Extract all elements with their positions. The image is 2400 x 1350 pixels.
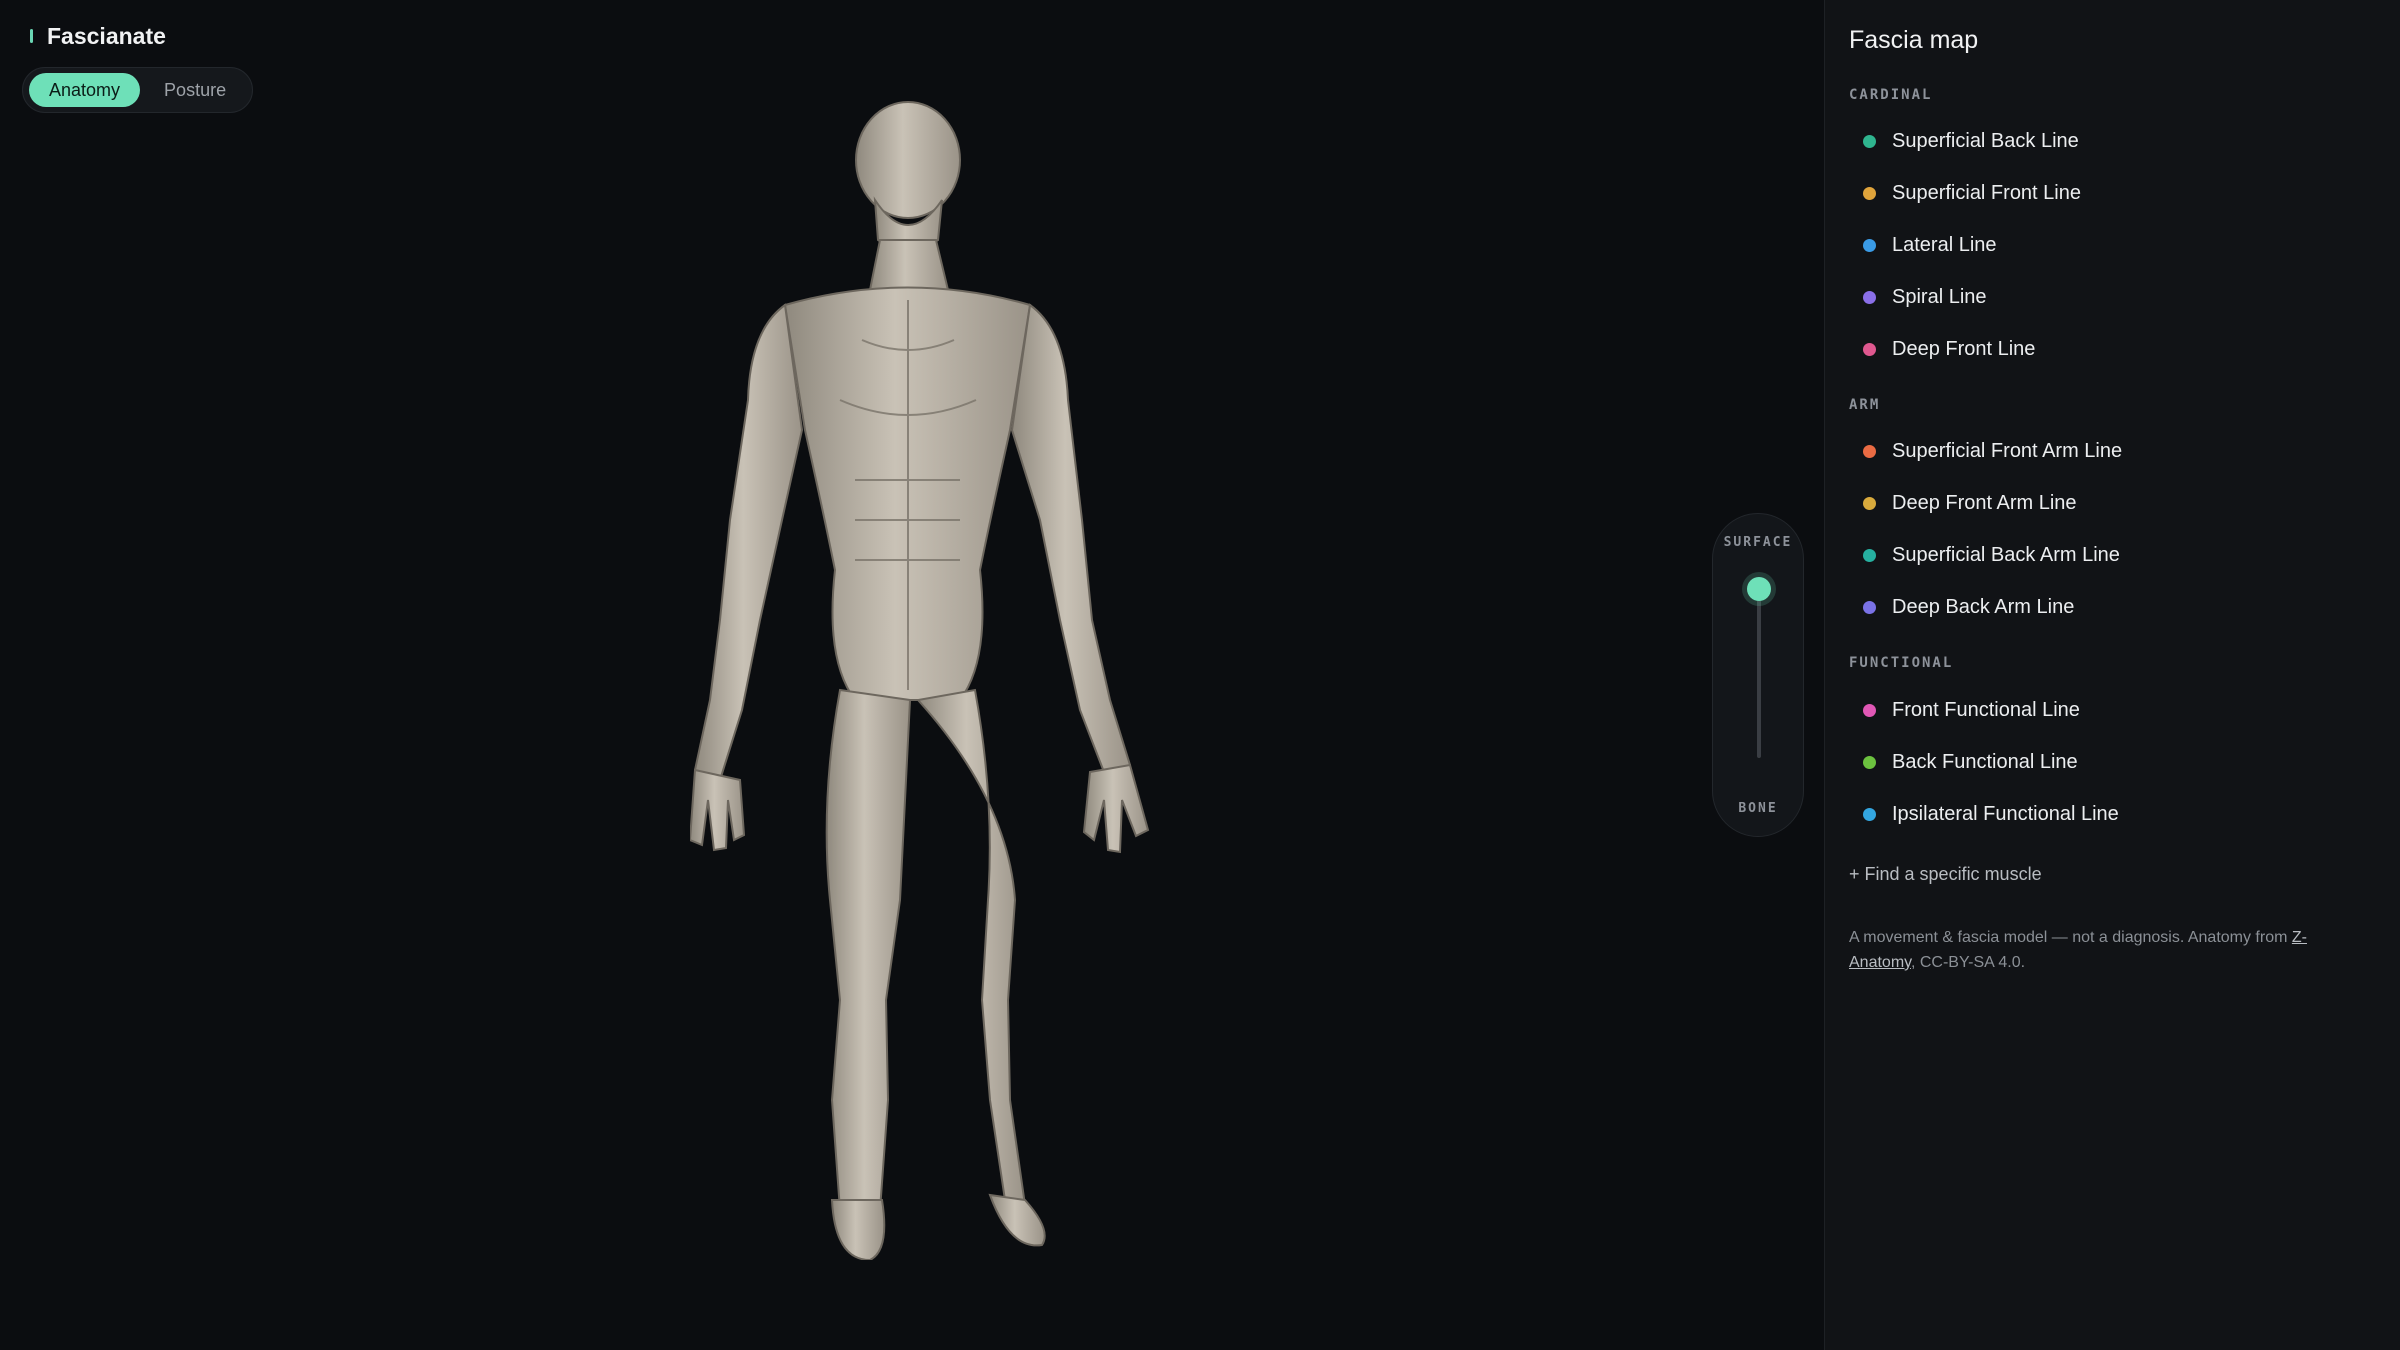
anatomy-figure bbox=[690, 101, 1150, 1260]
line-item-spiral-line[interactable]: Spiral Line bbox=[1849, 275, 2369, 319]
depth-slider[interactable]: SURFACE BONE bbox=[1712, 513, 1804, 837]
line-color-dot bbox=[1863, 342, 1876, 356]
line-label: Superficial Back Arm Line bbox=[1892, 543, 2120, 566]
line-color-dot bbox=[1863, 444, 1876, 458]
line-color-dot bbox=[1863, 186, 1876, 200]
line-label: Deep Front Line bbox=[1892, 337, 2036, 360]
line-color-dot bbox=[1863, 703, 1876, 717]
attribution-footnote: A movement & fascia model — not a diagno… bbox=[1849, 925, 2369, 975]
footnote-text: A movement & fascia model — not a diagno… bbox=[1849, 929, 2292, 946]
line-label: Superficial Front Arm Line bbox=[1892, 439, 2123, 462]
line-color-dot bbox=[1863, 238, 1876, 252]
model-viewport[interactable] bbox=[0, 0, 1824, 1350]
line-label: Deep Front Arm Line bbox=[1892, 491, 2077, 514]
panel-title: Fascia map bbox=[1849, 26, 1979, 54]
line-color-dot bbox=[1863, 548, 1876, 562]
footnote-license: , CC-BY-SA 4.0. bbox=[1910, 954, 2026, 971]
line-label: Superficial Front Line bbox=[1892, 181, 2081, 204]
line-item-superficial-front-arm-line[interactable]: Superficial Front Arm Line bbox=[1849, 429, 2369, 473]
line-item-front-functional-line[interactable]: Front Functional Line bbox=[1849, 688, 2369, 732]
depth-surface-label: SURFACE bbox=[1723, 535, 1793, 550]
line-item-superficial-back-arm-line[interactable]: Superficial Back Arm Line bbox=[1849, 533, 2369, 577]
find-muscle-link[interactable]: + Find a specific muscle bbox=[1849, 864, 2042, 885]
group-label-cardinal: CARDINAL bbox=[1849, 87, 1933, 103]
line-color-dot bbox=[1863, 755, 1876, 769]
group-label-functional: FUNCTIONAL bbox=[1849, 655, 1954, 671]
depth-knob[interactable] bbox=[1747, 577, 1771, 601]
depth-bone-label: BONE bbox=[1738, 801, 1778, 816]
line-item-superficial-back-line[interactable]: Superficial Back Line bbox=[1849, 119, 2369, 163]
depth-track[interactable] bbox=[1757, 580, 1761, 758]
line-item-deep-front-line[interactable]: Deep Front Line bbox=[1849, 327, 2369, 371]
line-item-superficial-front-line[interactable]: Superficial Front Line bbox=[1849, 171, 2369, 215]
line-item-deep-front-arm-line[interactable]: Deep Front Arm Line bbox=[1849, 481, 2369, 525]
group-label-arm: ARM bbox=[1849, 397, 1881, 413]
line-color-dot bbox=[1863, 600, 1876, 614]
line-label: Deep Back Arm Line bbox=[1892, 595, 2075, 618]
line-label: Front Functional Line bbox=[1892, 698, 2080, 721]
line-item-ipsilateral-functional-line[interactable]: Ipsilateral Functional Line bbox=[1849, 792, 2369, 836]
line-item-lateral-line[interactable]: Lateral Line bbox=[1849, 223, 2369, 267]
line-color-dot bbox=[1863, 134, 1876, 148]
line-label: Spiral Line bbox=[1892, 285, 1987, 308]
line-color-dot bbox=[1863, 290, 1876, 304]
line-item-back-functional-line[interactable]: Back Functional Line bbox=[1849, 740, 2369, 784]
line-label: Superficial Back Line bbox=[1892, 129, 2079, 152]
line-item-deep-back-arm-line[interactable]: Deep Back Arm Line bbox=[1849, 585, 2369, 629]
line-color-dot bbox=[1863, 496, 1876, 510]
line-label: Back Functional Line bbox=[1892, 750, 2078, 773]
fascia-map-panel: Fascia map CARDINAL Superficial Back Lin… bbox=[1824, 0, 2400, 1350]
line-color-dot bbox=[1863, 807, 1876, 821]
line-label: Lateral Line bbox=[1892, 233, 1997, 256]
line-label: Ipsilateral Functional Line bbox=[1892, 802, 2119, 825]
